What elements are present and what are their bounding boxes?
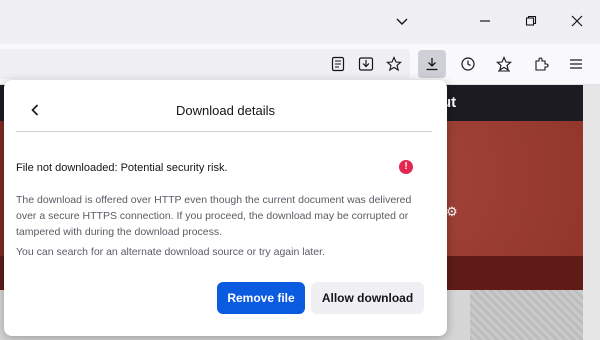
downloads-icon[interactable]: [418, 50, 446, 78]
restore-icon[interactable]: [518, 8, 544, 34]
panel-title: Download details: [175, 103, 275, 118]
panel-divider: [16, 131, 432, 132]
alternate-source-hint: You can search for an alternate download…: [16, 246, 325, 258]
page-texture-image: [470, 290, 583, 340]
gear-icon: ⚙: [446, 204, 458, 219]
history-icon[interactable]: [454, 50, 482, 78]
download-status: File not downloaded: Potential security …: [16, 162, 228, 174]
minimize-icon[interactable]: [472, 8, 498, 34]
bookmark-star-icon[interactable]: [380, 50, 408, 78]
save-to-pocket-icon[interactable]: [352, 50, 380, 78]
remove-file-button[interactable]: Remove file: [217, 282, 305, 314]
menu-icon[interactable]: [562, 50, 590, 78]
download-details-panel: Download details File not downloaded: Po…: [4, 80, 447, 336]
reader-view-icon[interactable]: [324, 50, 352, 78]
allow-download-button[interactable]: Allow download: [311, 282, 424, 314]
bookmarks-icon[interactable]: [490, 50, 518, 78]
close-icon[interactable]: [564, 8, 590, 34]
title-bar: [0, 0, 600, 44]
chevron-down-icon[interactable]: [389, 8, 415, 34]
extensions-icon[interactable]: [527, 50, 555, 78]
page-scrollbar[interactable]: [583, 85, 600, 340]
risk-description: The download is offered over HTTP even t…: [16, 194, 412, 238]
warning-icon: !: [399, 160, 413, 174]
